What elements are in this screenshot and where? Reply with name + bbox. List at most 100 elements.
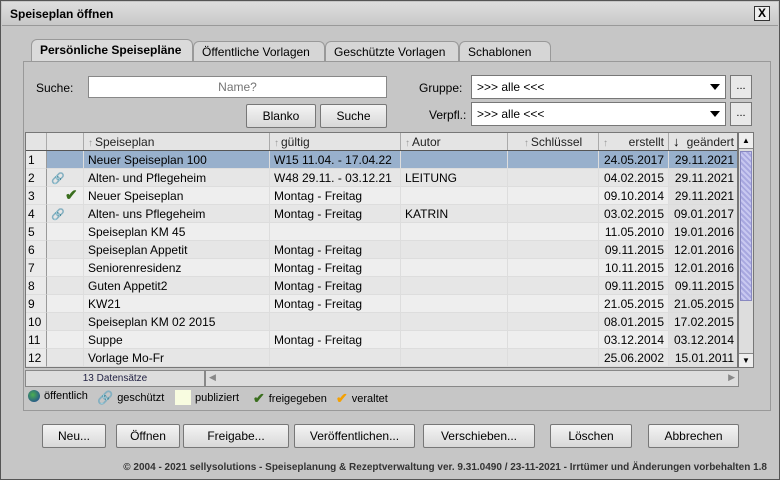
gruppe-select[interactable]: >>> alle <<< [471,75,726,99]
table-row[interactable]: 2 🔗 Alten- und Pflegeheim W48 29.11. - 03.1… [26,169,737,187]
column-header-geaendert[interactable]: ↓ geändert [669,133,737,151]
gruppe-more-button[interactable]: ... [730,75,752,99]
vertical-scrollbar[interactable]: ▲ ▼ [738,132,754,368]
cell-erstellt: 25.06.2002 [599,349,669,367]
cell-autor [401,331,508,349]
cell-erstellt: 08.01.2015 [599,313,669,331]
close-button[interactable]: X [754,6,770,21]
cell-geaendert: 12.01.2016 [669,241,737,259]
cell-status-icon [47,277,84,295]
cell-gueltig [270,223,401,241]
cell-row-number: 7 [26,259,47,277]
cell-geaendert: 12.01.2016 [669,259,737,277]
cell-row-number: 4 [26,205,47,223]
cell-schluessel [508,313,599,331]
window-title: Speiseplan öffnen [10,7,114,21]
cell-speiseplan: Vorlage Mo-Fr [84,349,270,367]
table-row[interactable]: 11 Suppe Montag - Freitag 03.12.2014 03.12.2… [26,331,737,349]
cell-status-icon [47,349,84,367]
search-label: Suche: [36,81,74,95]
tab-schablonen[interactable]: Schablonen [459,41,551,62]
blanko-button[interactable]: Blanko [246,104,316,128]
table-row[interactable]: 4 🔗 Alten- uns Pflegeheim Montag - Freitag K… [26,205,737,223]
table-row[interactable]: 8 Guten Appetit2 Montag - Freitag 09.11.201… [26,277,737,295]
table-row[interactable]: 5 Speiseplan KM 45 11.05.2010 19.01.2016 [26,223,737,241]
column-label: Schlüssel [530,135,583,149]
cell-row-number: 6 [26,241,47,259]
cell-gueltig: Montag - Freitag [270,277,401,295]
legend-protected: 🔗 geschützt [97,390,164,406]
column-header-schluessel[interactable]: ↑ Schlüssel [508,133,599,151]
cell-row-number: 3 [26,187,47,205]
cell-status-icon [47,295,84,313]
new-button[interactable]: Neu... [42,424,106,448]
table-row[interactable]: 3 ✔ Neuer Speiseplan Montag - Freitag 09.10.… [26,187,737,205]
cell-erstellt: 03.02.2015 [599,205,669,223]
publish-button[interactable]: Veröffentlichen... [294,424,415,448]
cell-row-number: 12 [26,349,47,367]
verpfl-more-button[interactable]: ... [730,102,752,126]
search-button[interactable]: Suche [320,104,387,128]
column-header-status-icon[interactable] [47,133,84,151]
column-header-row-number[interactable] [26,133,47,151]
scroll-up-icon[interactable]: ▲ [739,133,753,149]
cell-schluessel [508,223,599,241]
verpfl-select[interactable]: >>> alle <<< [471,102,726,126]
cell-erstellt: 04.02.2015 [599,169,669,187]
cell-schluessel [508,295,599,313]
scroll-right-icon[interactable]: ▶ [728,372,735,383]
legend-outdated: ✔ veraltet [336,390,388,407]
chevron-down-icon [710,111,720,117]
cell-gueltig: Montag - Freitag [270,331,401,349]
cell-status-icon: 🔗 [47,205,84,223]
cell-status-icon [47,313,84,331]
cell-erstellt: 09.11.2015 [599,241,669,259]
speiseplan-table: ↑ Speiseplan ↑ gültig ↑ Autor ↑ Schlüssel ↑ erste… [25,132,738,368]
cancel-button[interactable]: Abbrechen [648,424,739,448]
column-header-erstellt[interactable]: ↑ erstellt [599,133,669,151]
cell-row-number: 10 [26,313,47,331]
cell-status-icon [47,223,84,241]
cell-geaendert: 29.11.2021 [669,169,737,187]
table-row[interactable]: 1 Neuer Speiseplan 100 W15 11.04. - 17.04.… [26,150,737,170]
cell-speiseplan: Guten Appetit2 [84,277,270,295]
cell-gueltig [270,349,401,367]
column-header-speiseplan[interactable]: ↑ Speiseplan [84,133,270,151]
scroll-thumb[interactable] [740,151,752,301]
published-swatch [175,390,191,405]
table-row[interactable]: 6 Speiseplan Appetit Montag - Freitag 09.11… [26,241,737,259]
cell-gueltig: Montag - Freitag [270,259,401,277]
cell-schluessel [508,241,599,259]
check-green-icon: ✔ [65,187,78,204]
cell-schluessel [508,187,599,205]
tab-persoenliche[interactable]: Persönliche Speisepläne [31,39,193,61]
move-button[interactable]: Verschieben... [423,424,535,448]
tab-geschuetzte[interactable]: Geschützte Vorlagen [325,41,459,62]
scroll-left-icon[interactable]: ◀ [209,372,216,383]
dialog-window: Speiseplan öffnen X Persönliche Speisepl… [0,0,780,480]
column-header-autor[interactable]: ↑ Autor [401,133,508,151]
delete-button[interactable]: Löschen [550,424,632,448]
cell-status-icon [47,241,84,259]
chain-icon: 🔗 [51,173,65,185]
cell-speiseplan: Speiseplan KM 02 2015 [84,313,270,331]
column-header-gueltig[interactable]: ↑ gültig [270,133,401,151]
cell-status-icon: ✔ [47,187,84,205]
cell-autor: LEITUNG [401,169,508,187]
horizontal-scrollbar[interactable]: ◀ ▶ [205,370,739,387]
cell-speiseplan: KW21 [84,295,270,313]
release-button[interactable]: Freigabe... [183,424,289,448]
table-row[interactable]: 7 Seniorenresidenz Montag - Freitag 10.11.2… [26,259,737,277]
open-button[interactable]: Öffnen [116,424,180,448]
tab-oeffentliche[interactable]: Öffentliche Vorlagen [193,41,325,62]
table-row[interactable]: 9 KW21 Montag - Freitag 21.05.2015 21.05.201… [26,295,737,313]
table-row[interactable]: 12 Vorlage Mo-Fr 25.06.2002 15.01.2011 [26,349,737,367]
sort-icon: ↑ [274,138,279,149]
cell-autor [401,277,508,295]
table-row[interactable]: 10 Speiseplan KM 02 2015 08.01.2015 17.02.2… [26,313,737,331]
cell-speiseplan: Speiseplan Appetit [84,241,270,259]
scroll-down-icon[interactable]: ▼ [739,353,753,367]
search-input[interactable] [88,76,387,98]
cell-erstellt: 03.12.2014 [599,331,669,349]
legend-published: publiziert [175,390,239,405]
